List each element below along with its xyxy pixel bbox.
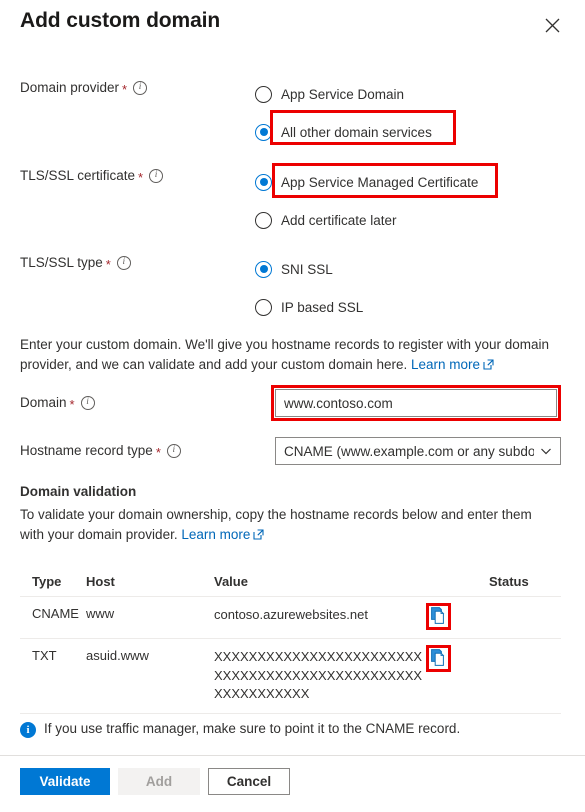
tls-ssl-type-options: SNI SSL IP based SSL	[255, 254, 585, 322]
required-asterisk: *	[138, 171, 143, 184]
traffic-manager-notice: i If you use traffic manager, make sure …	[20, 721, 565, 738]
radio-indicator	[255, 212, 272, 229]
notice-text: If you use traffic manager, make sure to…	[44, 721, 460, 736]
learn-more-link-validation[interactable]: Learn more	[181, 527, 250, 542]
radio-app-service-managed-certificate[interactable]: App Service Managed Certificate	[255, 167, 482, 197]
info-icon: i	[20, 722, 36, 738]
table-header-row: Type Host Value Status	[20, 566, 561, 597]
cell-value: contoso.azurewebsites.net	[214, 606, 429, 625]
info-icon[interactable]: i	[167, 444, 181, 458]
radio-add-certificate-later[interactable]: Add certificate later	[255, 205, 401, 235]
radio-indicator	[255, 261, 272, 278]
domain-label-text: Domain	[20, 394, 67, 412]
column-header-status: Status	[489, 574, 561, 589]
radio-indicator	[255, 174, 272, 191]
footer-divider	[0, 755, 585, 756]
required-asterisk: *	[106, 258, 111, 271]
column-header-value: Value	[214, 574, 429, 589]
dialog-header: Add custom domain	[0, 0, 585, 56]
domain-provider-label: Domain provider * i	[0, 79, 255, 97]
hostname-record-type-label: Hostname record type * i	[0, 442, 255, 460]
learn-more-link-intro[interactable]: Learn more	[411, 357, 480, 372]
required-asterisk: *	[156, 446, 161, 459]
radio-indicator	[255, 299, 272, 316]
radio-label: IP based SSL	[281, 300, 363, 315]
tls-ssl-type-label: TLS/SSL type * i	[0, 254, 255, 272]
tls-ssl-certificate-options: App Service Managed Certificate Add cert…	[255, 167, 585, 235]
required-asterisk: *	[70, 398, 75, 411]
cancel-button[interactable]: Cancel	[208, 768, 290, 795]
intro-paragraph: Enter your custom domain. We'll give you…	[20, 335, 552, 374]
radio-all-other-domain-services[interactable]: All other domain services	[255, 117, 436, 147]
cell-host: www	[86, 606, 214, 621]
domain-provider-options: App Service Domain All other domain serv…	[255, 79, 585, 147]
cell-value: XXXXXXXXXXXXXXXXXXXXXXXXXXXXXXXXXXXXXXXX…	[214, 648, 429, 704]
domain-validation-heading: Domain validation	[20, 484, 136, 499]
info-icon[interactable]: i	[133, 81, 147, 95]
hostname-record-type-label-text: Hostname record type	[20, 442, 153, 460]
copy-button-cname[interactable]	[429, 606, 448, 626]
field-tls-ssl-certificate: TLS/SSL certificate * i App Service Mana…	[0, 167, 585, 235]
radio-label: App Service Managed Certificate	[281, 175, 478, 190]
domain-validation-description-text: To validate your domain ownership, copy …	[20, 507, 532, 542]
tls-ssl-certificate-label: TLS/SSL certificate * i	[0, 167, 255, 185]
radio-label: SNI SSL	[281, 262, 333, 277]
radio-label: All other domain services	[281, 125, 432, 140]
domain-validation-description: To validate your domain ownership, copy …	[20, 505, 552, 544]
domain-validation-table: Type Host Value Status CNAME www contoso…	[20, 566, 561, 714]
tls-ssl-type-label-text: TLS/SSL type	[20, 254, 103, 272]
info-icon[interactable]: i	[81, 396, 95, 410]
cell-type: CNAME	[20, 606, 86, 621]
copy-icon	[431, 649, 446, 666]
domain-label: Domain * i	[0, 394, 255, 412]
validate-button[interactable]: Validate	[20, 768, 110, 795]
copy-icon	[431, 607, 446, 624]
radio-app-service-domain[interactable]: App Service Domain	[255, 79, 408, 109]
radio-indicator	[255, 86, 272, 103]
radio-sni-ssl[interactable]: SNI SSL	[255, 254, 337, 284]
column-header-host: Host	[86, 574, 214, 589]
info-icon[interactable]: i	[149, 169, 163, 183]
hostname-record-type-dropdown[interactable]: CNAME (www.example.com or any subdo...	[275, 437, 561, 465]
radio-ip-based-ssl[interactable]: IP based SSL	[255, 292, 367, 322]
radio-label: Add certificate later	[281, 213, 397, 228]
cell-host: asuid.www	[86, 648, 214, 663]
radio-label: App Service Domain	[281, 87, 404, 102]
domain-input[interactable]	[275, 389, 557, 417]
cell-copy	[429, 648, 489, 671]
field-tls-ssl-type: TLS/SSL type * i SNI SSL IP based SSL	[0, 254, 585, 322]
radio-indicator	[255, 124, 272, 141]
field-domain-provider: Domain provider * i App Service Domain A…	[0, 79, 585, 147]
chevron-down-icon	[540, 445, 552, 457]
external-link-icon	[483, 359, 494, 370]
cell-copy	[429, 606, 489, 629]
required-asterisk: *	[122, 83, 127, 96]
column-header-type: Type	[20, 574, 86, 589]
page-title: Add custom domain	[20, 9, 220, 33]
hostname-record-type-value: CNAME (www.example.com or any subdo...	[284, 444, 534, 459]
add-button[interactable]: Add	[118, 768, 200, 795]
table-row: CNAME www contoso.azurewebsites.net	[20, 597, 561, 639]
info-icon[interactable]: i	[117, 256, 131, 270]
cell-type: TXT	[20, 648, 86, 663]
copy-button-txt[interactable]	[429, 648, 448, 668]
tls-ssl-certificate-label-text: TLS/SSL certificate	[20, 167, 135, 185]
external-link-icon	[253, 529, 264, 540]
domain-provider-label-text: Domain provider	[20, 79, 119, 97]
close-icon[interactable]	[541, 14, 563, 36]
table-row: TXT asuid.www XXXXXXXXXXXXXXXXXXXXXXXXXX…	[20, 639, 561, 714]
